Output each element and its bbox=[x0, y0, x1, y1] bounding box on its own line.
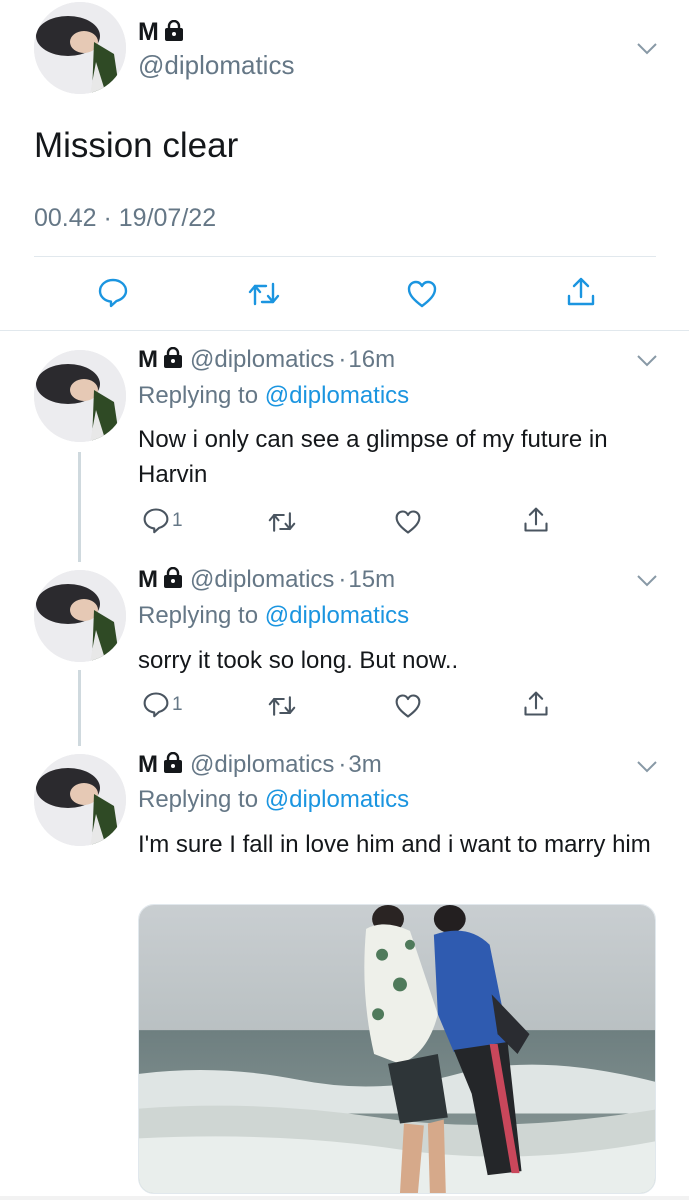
mention-link[interactable]: @diplomatics bbox=[265, 382, 409, 409]
chevron-down-icon[interactable] bbox=[636, 354, 658, 368]
divider bbox=[0, 1196, 689, 1200]
replying-to: Replying to @diplomatics bbox=[138, 786, 409, 814]
reply-time[interactable]: 3m bbox=[348, 751, 381, 778]
reply-count: 1 bbox=[172, 694, 183, 715]
reply-icon[interactable] bbox=[142, 506, 170, 534]
dot-separator: · bbox=[338, 751, 347, 778]
dot-separator: · bbox=[338, 566, 347, 593]
reply-time[interactable]: 15m bbox=[348, 566, 395, 593]
lock-icon bbox=[162, 567, 184, 589]
replying-to: Replying to @diplomatics bbox=[138, 382, 409, 410]
chevron-down-icon[interactable] bbox=[636, 574, 658, 588]
replying-to-label: Replying to bbox=[138, 382, 259, 409]
divider bbox=[0, 330, 689, 331]
share-icon[interactable] bbox=[565, 276, 597, 308]
author-handle[interactable]: @diplomatics bbox=[190, 566, 334, 593]
tweet-timestamp[interactable]: 00.42 · 19/07/22 bbox=[34, 204, 216, 233]
chevron-down-icon[interactable] bbox=[636, 42, 658, 56]
author-handle[interactable]: @diplomatics bbox=[138, 50, 294, 81]
like-icon[interactable] bbox=[394, 692, 422, 720]
author-handle[interactable]: @diplomatics bbox=[190, 751, 334, 778]
like-icon[interactable] bbox=[406, 278, 438, 310]
thread-line bbox=[78, 670, 81, 746]
replying-to-label: Replying to bbox=[138, 786, 259, 813]
reply-header[interactable]: M @diplomatics ·3m bbox=[138, 751, 382, 779]
reply-icon[interactable] bbox=[97, 276, 129, 308]
reply-time[interactable]: 16m bbox=[348, 346, 395, 373]
attached-photo[interactable] bbox=[138, 904, 656, 1194]
divider bbox=[34, 256, 656, 257]
tweet-text: Mission clear bbox=[34, 126, 239, 165]
chevron-down-icon[interactable] bbox=[636, 760, 658, 774]
author-name[interactable]: M bbox=[138, 346, 158, 373]
retweet-icon[interactable] bbox=[248, 278, 280, 310]
author-name[interactable]: M bbox=[138, 751, 158, 778]
avatar[interactable] bbox=[34, 754, 126, 846]
share-icon[interactable] bbox=[522, 690, 550, 718]
share-icon[interactable] bbox=[522, 506, 550, 534]
reply-count: 1 bbox=[172, 510, 183, 531]
reply-text: sorry it took so long. But now.. bbox=[138, 647, 459, 674]
reply-header[interactable]: M @diplomatics ·15m bbox=[138, 566, 395, 594]
reply-text: Now i only can see a glimpse of my futur… bbox=[138, 426, 608, 488]
avatar[interactable] bbox=[34, 570, 126, 662]
author-name[interactable]: M bbox=[138, 18, 185, 47]
author-handle[interactable]: @diplomatics bbox=[190, 346, 334, 373]
author-name[interactable]: M bbox=[138, 566, 158, 593]
replying-to-label: Replying to bbox=[138, 602, 259, 629]
lock-icon bbox=[162, 752, 184, 774]
lock-icon bbox=[163, 20, 185, 42]
reply-header[interactable]: M @diplomatics ·16m bbox=[138, 346, 395, 374]
avatar[interactable] bbox=[34, 2, 126, 94]
reply-text: I'm sure I fall in love him and i want t… bbox=[138, 831, 651, 858]
author-name-text: M bbox=[138, 18, 159, 46]
avatar[interactable] bbox=[34, 350, 126, 442]
dot-separator: · bbox=[338, 346, 347, 373]
mention-link[interactable]: @diplomatics bbox=[265, 602, 409, 629]
replying-to: Replying to @diplomatics bbox=[138, 602, 409, 630]
reply-icon[interactable] bbox=[142, 690, 170, 718]
thread-line bbox=[78, 452, 81, 562]
retweet-icon[interactable] bbox=[268, 692, 296, 720]
mention-link[interactable]: @diplomatics bbox=[265, 786, 409, 813]
lock-icon bbox=[162, 347, 184, 369]
retweet-icon[interactable] bbox=[268, 508, 296, 536]
like-icon[interactable] bbox=[394, 508, 422, 536]
